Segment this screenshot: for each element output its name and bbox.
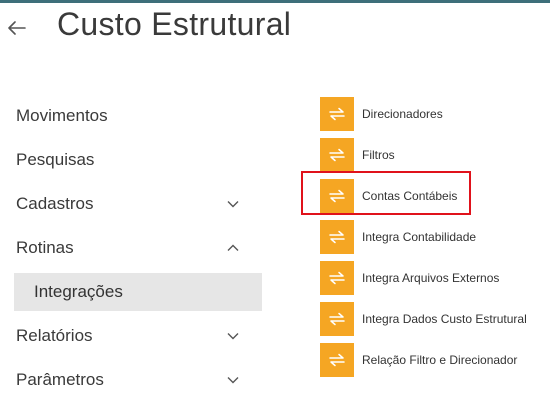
tile-label: Integra Arquivos Externos [362,270,500,285]
chevron-down-icon[interactable] [226,373,240,387]
sidebar-item-label: Pesquisas [16,150,95,169]
sidebar-item-label: Parâmetros [16,370,104,389]
tile-integra-dados-custo-estrutural[interactable]: Integra Dados Custo Estrutural [320,298,550,339]
tile-relacao-filtro-direcionador[interactable]: Relação Filtro e Direcionador [320,339,550,380]
tile-direcionadores[interactable]: Direcionadores [320,93,550,134]
sidebar-nav: Movimentos Pesquisas Cadastros Rotinas I… [0,94,262,402]
swap-arrows-icon [320,260,354,295]
tile-label: Integra Dados Custo Estrutural [362,311,527,326]
arrow-left-icon [8,21,26,35]
tile-integra-arquivos-externos[interactable]: Integra Arquivos Externos [320,257,550,298]
tile-contas-contabeis[interactable]: Contas Contábeis [320,175,550,216]
chevron-down-icon[interactable] [226,329,240,343]
page-title: Custo Estrutural [57,6,292,42]
tile-label: Contas Contábeis [362,188,458,203]
top-strip [0,0,550,3]
sidebar-item-rotinas[interactable]: Rotinas [0,226,262,270]
sidebar-item-relatorios[interactable]: Relatórios [0,314,262,358]
chevron-down-icon[interactable] [226,197,240,211]
sidebar-item-parametros[interactable]: Parâmetros [0,358,262,402]
swap-arrows-icon [320,342,354,377]
sidebar-subitem-label: Integrações [34,282,123,301]
swap-arrows-icon [320,96,354,131]
sidebar-item-label: Movimentos [16,106,108,125]
sidebar-item-label: Cadastros [16,194,94,213]
tile-label: Integra Contabilidade [362,229,477,244]
tile-label: Filtros [362,147,395,162]
sidebar-item-movimentos[interactable]: Movimentos [0,94,262,138]
sidebar-item-label: Rotinas [16,238,74,257]
tile-label: Direcionadores [362,106,443,121]
sidebar-item-cadastros[interactable]: Cadastros [0,182,262,226]
sidebar-subitem-integracoes[interactable]: Integrações [14,273,262,311]
tile-label: Relação Filtro e Direcionador [362,352,518,367]
swap-arrows-icon [320,301,354,336]
swap-arrows-icon [320,137,354,172]
sidebar-item-pesquisas[interactable]: Pesquisas [0,138,262,182]
chevron-up-icon[interactable] [226,241,240,255]
swap-arrows-icon [320,219,354,254]
tile-filtros[interactable]: Filtros [320,134,550,175]
app-window: Custo Estrutural Movimentos Pesquisas Ca… [0,0,550,411]
integration-tile-list: Direcionadores Filtros Contas Contábeis … [320,93,550,380]
back-button[interactable] [6,14,28,42]
swap-arrows-icon [320,178,354,213]
tile-integra-contabilidade[interactable]: Integra Contabilidade [320,216,550,257]
sidebar-item-label: Relatórios [16,326,93,345]
